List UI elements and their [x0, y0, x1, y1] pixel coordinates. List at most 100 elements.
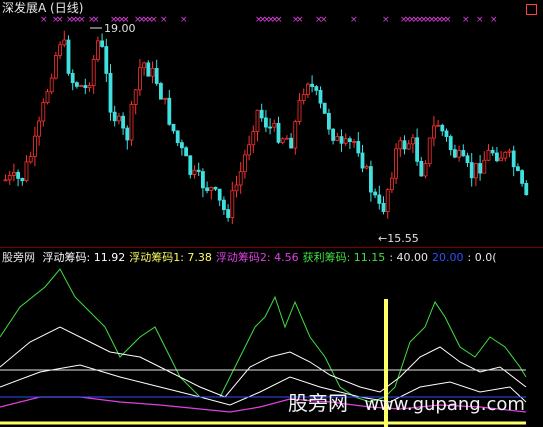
chart-title: 深发展A (日线)	[2, 1, 84, 15]
candle-body	[385, 189, 390, 212]
candle-body	[49, 77, 54, 93]
candle-body	[398, 140, 403, 150]
signal-marker-icon: ×	[92, 15, 100, 25]
candle-body	[117, 115, 121, 122]
candle-body	[54, 55, 58, 79]
signal-marker-icon: ×	[444, 15, 452, 25]
candle-body	[389, 177, 394, 191]
candle-body	[335, 136, 340, 141]
candle-body	[423, 163, 428, 177]
legend-item: 浮动筹码: 11.92	[42, 251, 126, 264]
candle-body	[41, 102, 46, 122]
signal-marker-icon: ×	[78, 15, 86, 25]
candle-body	[192, 169, 197, 175]
candle-body	[347, 138, 352, 143]
candle-body	[406, 143, 411, 150]
candle-body	[293, 121, 298, 149]
candle-body	[482, 159, 487, 174]
candle-body	[7, 174, 12, 181]
candle-body	[45, 91, 50, 104]
candle-body	[490, 149, 495, 154]
candle-body	[507, 150, 512, 153]
candle-body	[322, 102, 327, 114]
candle-body	[238, 171, 243, 186]
candle-body	[280, 138, 285, 143]
candle-body	[364, 166, 369, 169]
watermark: 股旁网 www.gupang.com	[288, 387, 525, 416]
candle-body	[83, 85, 88, 89]
candle-body	[125, 127, 130, 141]
candle-body	[150, 68, 155, 77]
candle-body	[276, 122, 281, 143]
candle-body	[217, 188, 222, 201]
signal-marker-icon: ×	[296, 15, 304, 25]
candle-body	[167, 97, 172, 125]
candle-body	[410, 137, 415, 145]
legend-item: : 0.0(	[467, 251, 497, 264]
candle-body	[494, 152, 499, 162]
legend-item: 20.00	[432, 251, 464, 264]
candle-body	[133, 89, 138, 105]
corner-marker-icon[interactable]	[526, 4, 537, 15]
candle-body	[226, 209, 231, 218]
signal-marker-icon: ×	[490, 15, 498, 25]
candle-body	[473, 163, 478, 179]
candle-body	[221, 199, 226, 210]
candle-body	[516, 166, 520, 172]
candle-body	[255, 109, 260, 133]
candle-body	[242, 154, 247, 173]
candle-body	[373, 191, 378, 196]
candle-body	[16, 172, 21, 179]
candle-body	[343, 138, 348, 144]
candle-body	[163, 97, 168, 100]
legend-item: 浮动筹码2: 4.56	[215, 251, 299, 264]
indicator-name[interactable]: 股旁网	[2, 251, 35, 264]
candle-body	[142, 62, 147, 69]
signal-marker-icon: ×	[462, 15, 470, 25]
candle-body	[431, 125, 436, 139]
legend-item: 浮动筹码1: 7.38	[129, 251, 212, 264]
candle-body	[230, 190, 235, 218]
candle-body	[91, 59, 96, 86]
signal-marker-icon: ×	[275, 15, 283, 25]
candle-body	[188, 155, 193, 175]
candle-body	[137, 67, 142, 91]
candle-body	[234, 184, 239, 192]
candle-body	[377, 194, 382, 204]
candle-body	[24, 161, 29, 182]
candle-body	[247, 144, 252, 156]
candle-body	[499, 157, 504, 162]
candle-body	[33, 135, 37, 157]
signal-marker-icon: ×	[150, 15, 158, 25]
candle-body	[70, 73, 75, 84]
candle-body	[79, 85, 83, 87]
candle-body	[272, 122, 277, 128]
candle-body	[158, 83, 163, 100]
candle-body	[402, 140, 407, 150]
candle-body	[478, 163, 483, 174]
candle-body	[200, 171, 205, 189]
candle-body	[289, 137, 294, 149]
signal-marker-icon: ×	[56, 15, 64, 25]
candle-body	[314, 86, 319, 91]
candle-body	[520, 170, 524, 184]
candle-body	[62, 39, 67, 46]
candle-body	[368, 166, 373, 193]
candle-body	[469, 162, 474, 179]
candle-body	[352, 141, 357, 143]
candle-body	[419, 160, 424, 177]
candle-body	[461, 150, 466, 157]
price-panel: × ×× ×××× ×× ×××× ××××× × × ×××××× ×× ×× × × ××××××××…	[3, 15, 529, 225]
candle-body	[318, 89, 323, 104]
chart-stage[interactable]: × × × × × × × × × × × × × × × × × × × × × × × × × × × × × × × × × × × × × × × ×…	[0, 0, 543, 427]
candle-body	[331, 128, 336, 141]
legend-item: : 40.00	[389, 251, 429, 264]
candle-body	[486, 149, 491, 161]
candle-body	[154, 68, 159, 84]
legend-item: 获利筹码: 11.15	[302, 251, 386, 264]
watermark-url: www.gupang.com	[364, 394, 525, 415]
candle-body	[37, 120, 41, 137]
candle-body	[452, 149, 457, 158]
candle-body	[171, 123, 176, 132]
candle-body	[448, 136, 453, 151]
